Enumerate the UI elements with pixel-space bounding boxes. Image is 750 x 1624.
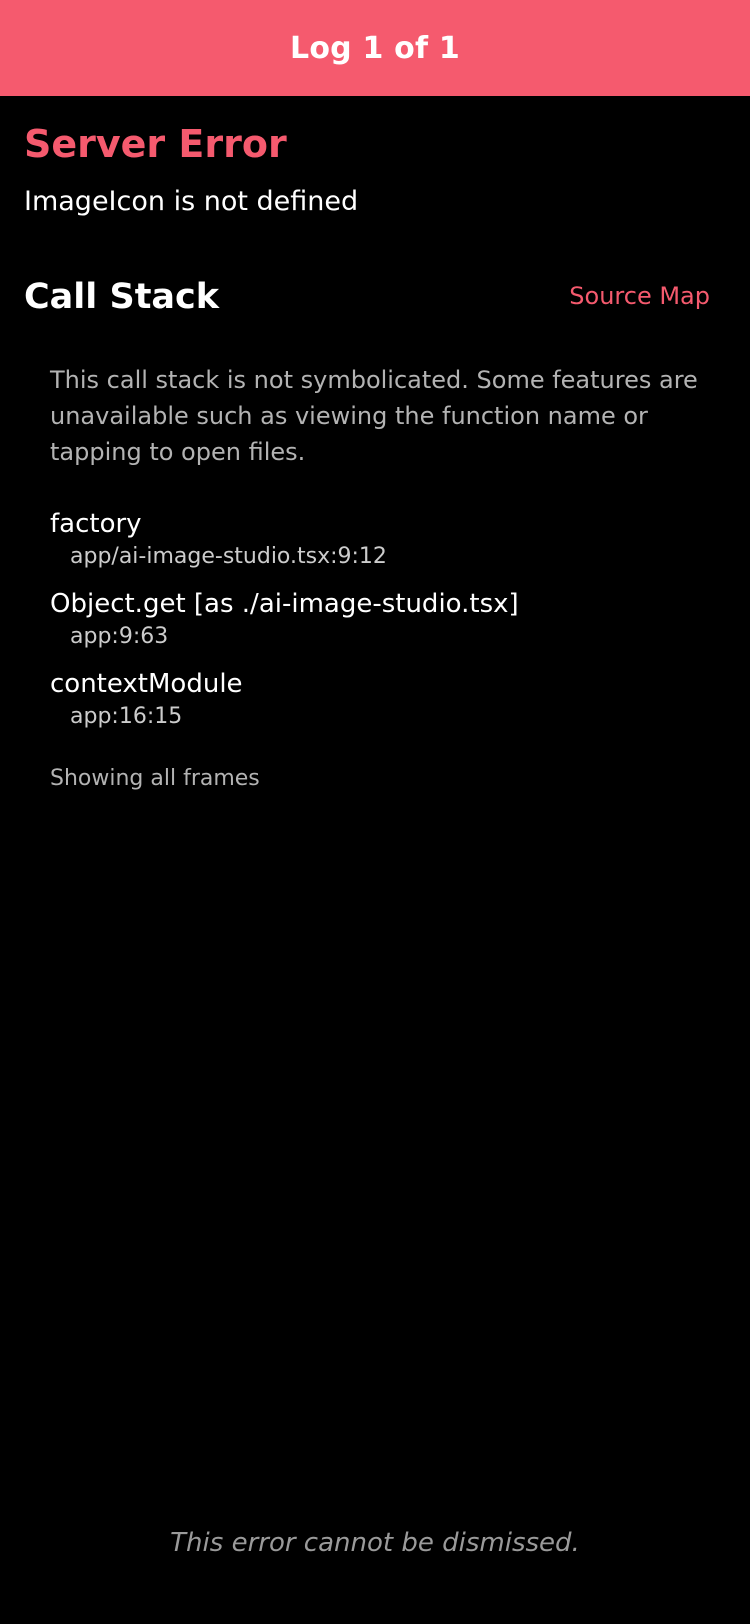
stack-frame-list: factory app/ai-image-studio.tsx:9:12 Obj… [50, 506, 710, 746]
stack-frame[interactable]: factory app/ai-image-studio.tsx:9:12 [50, 506, 710, 572]
frame-function-name: contextModule [50, 669, 243, 699]
call-stack-heading: Call Stack [24, 277, 220, 317]
error-overlay-screen: Log 1 of 1 Server Error ImageIcon is not… [0, 0, 750, 1624]
frame-location: app/ai-image-studio.tsx:9:12 [70, 544, 387, 569]
stack-frame[interactable]: contextModule app:16:15 [50, 666, 710, 732]
showing-all-frames-label: Showing all frames [50, 766, 260, 791]
log-counter-title: Log 1 of 1 [290, 30, 460, 66]
error-title: Server Error [24, 122, 287, 166]
symbolication-note: This call stack is not symbolicated. Som… [50, 366, 698, 466]
frame-function-name: factory [50, 509, 142, 539]
frame-function-name: Object.get [as ./ai-image-studio.tsx] [50, 589, 519, 619]
frame-location: app:9:63 [70, 624, 169, 649]
frame-location: app:16:15 [70, 704, 183, 729]
log-header: Log 1 of 1 [0, 0, 750, 96]
error-message: ImageIcon is not defined [24, 186, 359, 217]
source-map-button[interactable]: Source Map [569, 280, 710, 312]
not-dismissible-note: This error cannot be dismissed. [170, 1528, 580, 1558]
stack-frame[interactable]: Object.get [as ./ai-image-studio.tsx] ap… [50, 586, 710, 652]
